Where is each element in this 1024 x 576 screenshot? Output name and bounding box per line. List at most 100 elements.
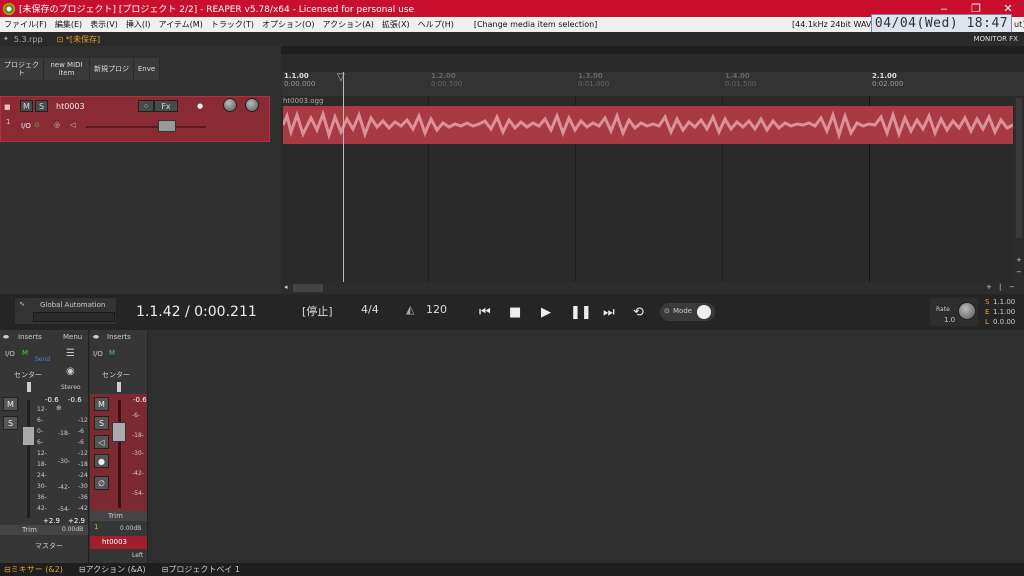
master-m-button[interactable]: M bbox=[22, 349, 28, 357]
mode-toggle-knob[interactable] bbox=[697, 305, 711, 319]
master-menu-button[interactable]: Menu bbox=[63, 333, 82, 341]
tempo-bpm[interactable]: 120 bbox=[426, 303, 447, 316]
track-strip-inserts-button[interactable]: Inserts bbox=[107, 333, 131, 341]
h-zoom-in-icon[interactable]: + bbox=[986, 283, 992, 291]
track-strip-speaker-icon[interactable]: ◁ bbox=[94, 435, 109, 449]
master-solo-button[interactable]: S bbox=[3, 416, 18, 430]
envelope-button[interactable]: Enve bbox=[134, 58, 160, 80]
time-signature[interactable]: 4/4 bbox=[361, 303, 379, 316]
master-pan-slider[interactable] bbox=[27, 382, 31, 392]
menu-insert[interactable]: 挿入(I) bbox=[122, 19, 155, 30]
selection-start[interactable]: 1.1.00 bbox=[993, 298, 1015, 306]
media-item[interactable] bbox=[283, 106, 1013, 144]
track-name[interactable]: ht0003 bbox=[56, 102, 85, 111]
stop-icon[interactable]: ■ bbox=[509, 305, 521, 320]
track-strip-io-button[interactable]: I/O bbox=[93, 350, 103, 358]
project-tab-1[interactable]: 5.3.rpp bbox=[14, 35, 43, 44]
playrate-knob[interactable] bbox=[958, 302, 976, 320]
master-trim-row[interactable]: Trim 0.00dB bbox=[0, 525, 88, 535]
menu-extensions[interactable]: 拡張(X) bbox=[378, 19, 414, 30]
track-strip: ⬬ Inserts I/O M センター M S ◁ ● ∅ -0.6 -6- … bbox=[90, 330, 148, 563]
master-io-button[interactable]: I/O bbox=[5, 350, 15, 358]
monitor-fx-button[interactable]: MONITOR FX bbox=[973, 35, 1018, 43]
record-mode-toggle[interactable]: ⊙ Mode bbox=[660, 303, 715, 321]
track-strip-name-box[interactable]: ht0003 bbox=[90, 536, 147, 549]
horizontal-scroll-thumb[interactable] bbox=[293, 284, 323, 292]
menu-help[interactable]: ヘルプ(H) bbox=[414, 19, 458, 30]
playrate-panel: Rate 1.0 bbox=[930, 298, 978, 326]
record-arm-icon[interactable]: ● bbox=[197, 102, 203, 110]
track-strip-trim-row[interactable]: Trim bbox=[90, 511, 147, 521]
timeline[interactable]: 1.1.00 0:00.000 1.2.00 0:00.500 1.3.00 0:01… bbox=[281, 72, 1024, 96]
master-trim-value[interactable]: 0.00dB bbox=[62, 526, 83, 533]
go-to-end-icon[interactable]: ⏭ bbox=[603, 305, 615, 320]
input-monitor-icon[interactable]: ⊙ bbox=[34, 121, 40, 129]
go-to-start-icon[interactable]: ⏮ bbox=[479, 305, 491, 320]
arrange-view[interactable]: ht0003.ogg bbox=[281, 72, 1014, 282]
master-stereo-icon[interactable]: ◉ bbox=[66, 366, 75, 377]
track-strip-pan-slider[interactable] bbox=[117, 382, 121, 392]
track-strip-record-icon[interactable]: ● bbox=[94, 454, 109, 468]
menu-options[interactable]: オプション(O) bbox=[258, 19, 319, 30]
track-fader-handle[interactable] bbox=[158, 120, 176, 132]
new-project-button[interactable]: 新規プロジ bbox=[90, 58, 134, 80]
phase-icon[interactable]: ◎ bbox=[54, 121, 60, 129]
master-send-button[interactable]: Send bbox=[35, 356, 50, 363]
zoom-out-icon[interactable]: − bbox=[1016, 268, 1022, 276]
vertical-scroll-thumb[interactable] bbox=[1016, 98, 1022, 238]
volume-knob[interactable] bbox=[223, 98, 237, 112]
tab-mixer[interactable]: ⊟ミキサー (&2) bbox=[4, 564, 71, 575]
selection-length[interactable]: 0.0.00 bbox=[993, 318, 1015, 326]
tab-close-icon[interactable]: ✦ bbox=[3, 35, 9, 43]
track-strip-solo-button[interactable]: S bbox=[94, 416, 109, 430]
track-strip-fx-bypass-icon[interactable]: ⬬ bbox=[93, 333, 99, 342]
track-fx-bypass-icon[interactable]: ⁘ bbox=[138, 100, 154, 112]
playrate-value[interactable]: 1.0 bbox=[944, 316, 955, 324]
menu-view[interactable]: 表示(V) bbox=[86, 19, 122, 30]
pan-knob[interactable] bbox=[245, 98, 259, 112]
track-solo-button[interactable]: S bbox=[35, 100, 48, 112]
track-strip-trim-value[interactable]: 0.00dB bbox=[120, 525, 141, 532]
track-strip-fader-handle[interactable] bbox=[112, 422, 126, 442]
project-button[interactable]: プロジェクト bbox=[0, 58, 44, 80]
folder-icon[interactable]: ■ bbox=[4, 103, 11, 111]
zoom-in-icon[interactable]: + bbox=[1016, 256, 1022, 264]
master-fx-bypass-icon[interactable]: ⬬ bbox=[3, 333, 9, 342]
speaker-icon[interactable]: ◁ bbox=[70, 121, 75, 129]
global-automation-panel[interactable]: ∿ Global Automation bbox=[14, 297, 117, 325]
track-row[interactable]: ■ M S ht0003 ⁘ Fx ● 1 I/O ⊙ ◎ ◁ bbox=[0, 96, 270, 142]
master-inserts-button[interactable]: Inserts bbox=[18, 333, 42, 341]
master-fader-handle[interactable] bbox=[22, 426, 35, 446]
new-midi-item-button[interactable]: new MIDI item bbox=[44, 58, 90, 80]
project-tab-2[interactable]: ⊡ *[未保存] bbox=[57, 34, 101, 45]
menu-track[interactable]: トラック(T) bbox=[207, 19, 258, 30]
repeat-icon[interactable]: ⟲ bbox=[633, 305, 644, 320]
track-fx-button[interactable]: Fx bbox=[154, 100, 178, 112]
track-control-panel: プロジェクト new MIDI item 新規プロジ Enve ■ M S ht… bbox=[0, 46, 279, 296]
track-mute-button[interactable]: M bbox=[20, 100, 33, 112]
pause-icon[interactable]: ❚❚ bbox=[570, 305, 592, 320]
tab-actions[interactable]: ⊟アクション (&A) bbox=[79, 564, 154, 575]
menu-edit[interactable]: 編集(E) bbox=[51, 19, 86, 30]
play-icon[interactable]: ▶ bbox=[541, 305, 551, 320]
horizontal-scrollbar[interactable]: ◂ + | − bbox=[281, 282, 1024, 294]
selection-end[interactable]: 1.1.00 bbox=[993, 308, 1015, 316]
global-automation-selector[interactable] bbox=[33, 312, 115, 322]
region-lane[interactable] bbox=[281, 46, 1024, 54]
menu-item[interactable]: アイテム(M) bbox=[154, 19, 206, 30]
track-io-button[interactable]: I/O bbox=[21, 122, 31, 130]
tab-project-bay[interactable]: ⊟プロジェクトベイ 1 bbox=[162, 564, 248, 575]
scroll-left-icon[interactable]: ◂ bbox=[284, 283, 288, 291]
h-zoom-out-icon[interactable]: − bbox=[1009, 283, 1015, 291]
track-strip-m-button[interactable]: M bbox=[109, 349, 115, 357]
vertical-scrollbar[interactable]: + − bbox=[1014, 96, 1024, 282]
track-strip-phase-icon[interactable]: ∅ bbox=[94, 476, 109, 490]
menu-file[interactable]: ファイル(F) bbox=[0, 19, 51, 30]
master-width-knob-icon[interactable]: ⊕ bbox=[56, 404, 62, 412]
metronome-icon[interactable]: ◭ bbox=[406, 303, 414, 316]
master-mute-button[interactable]: M bbox=[3, 397, 18, 411]
menu-actions[interactable]: アクション(A) bbox=[319, 19, 378, 30]
master-menu-icon[interactable]: ☰ bbox=[66, 348, 75, 359]
track-strip-mute-button[interactable]: M bbox=[94, 397, 109, 411]
transport-position[interactable]: 1.1.42 / 0:00.211 bbox=[136, 304, 257, 320]
